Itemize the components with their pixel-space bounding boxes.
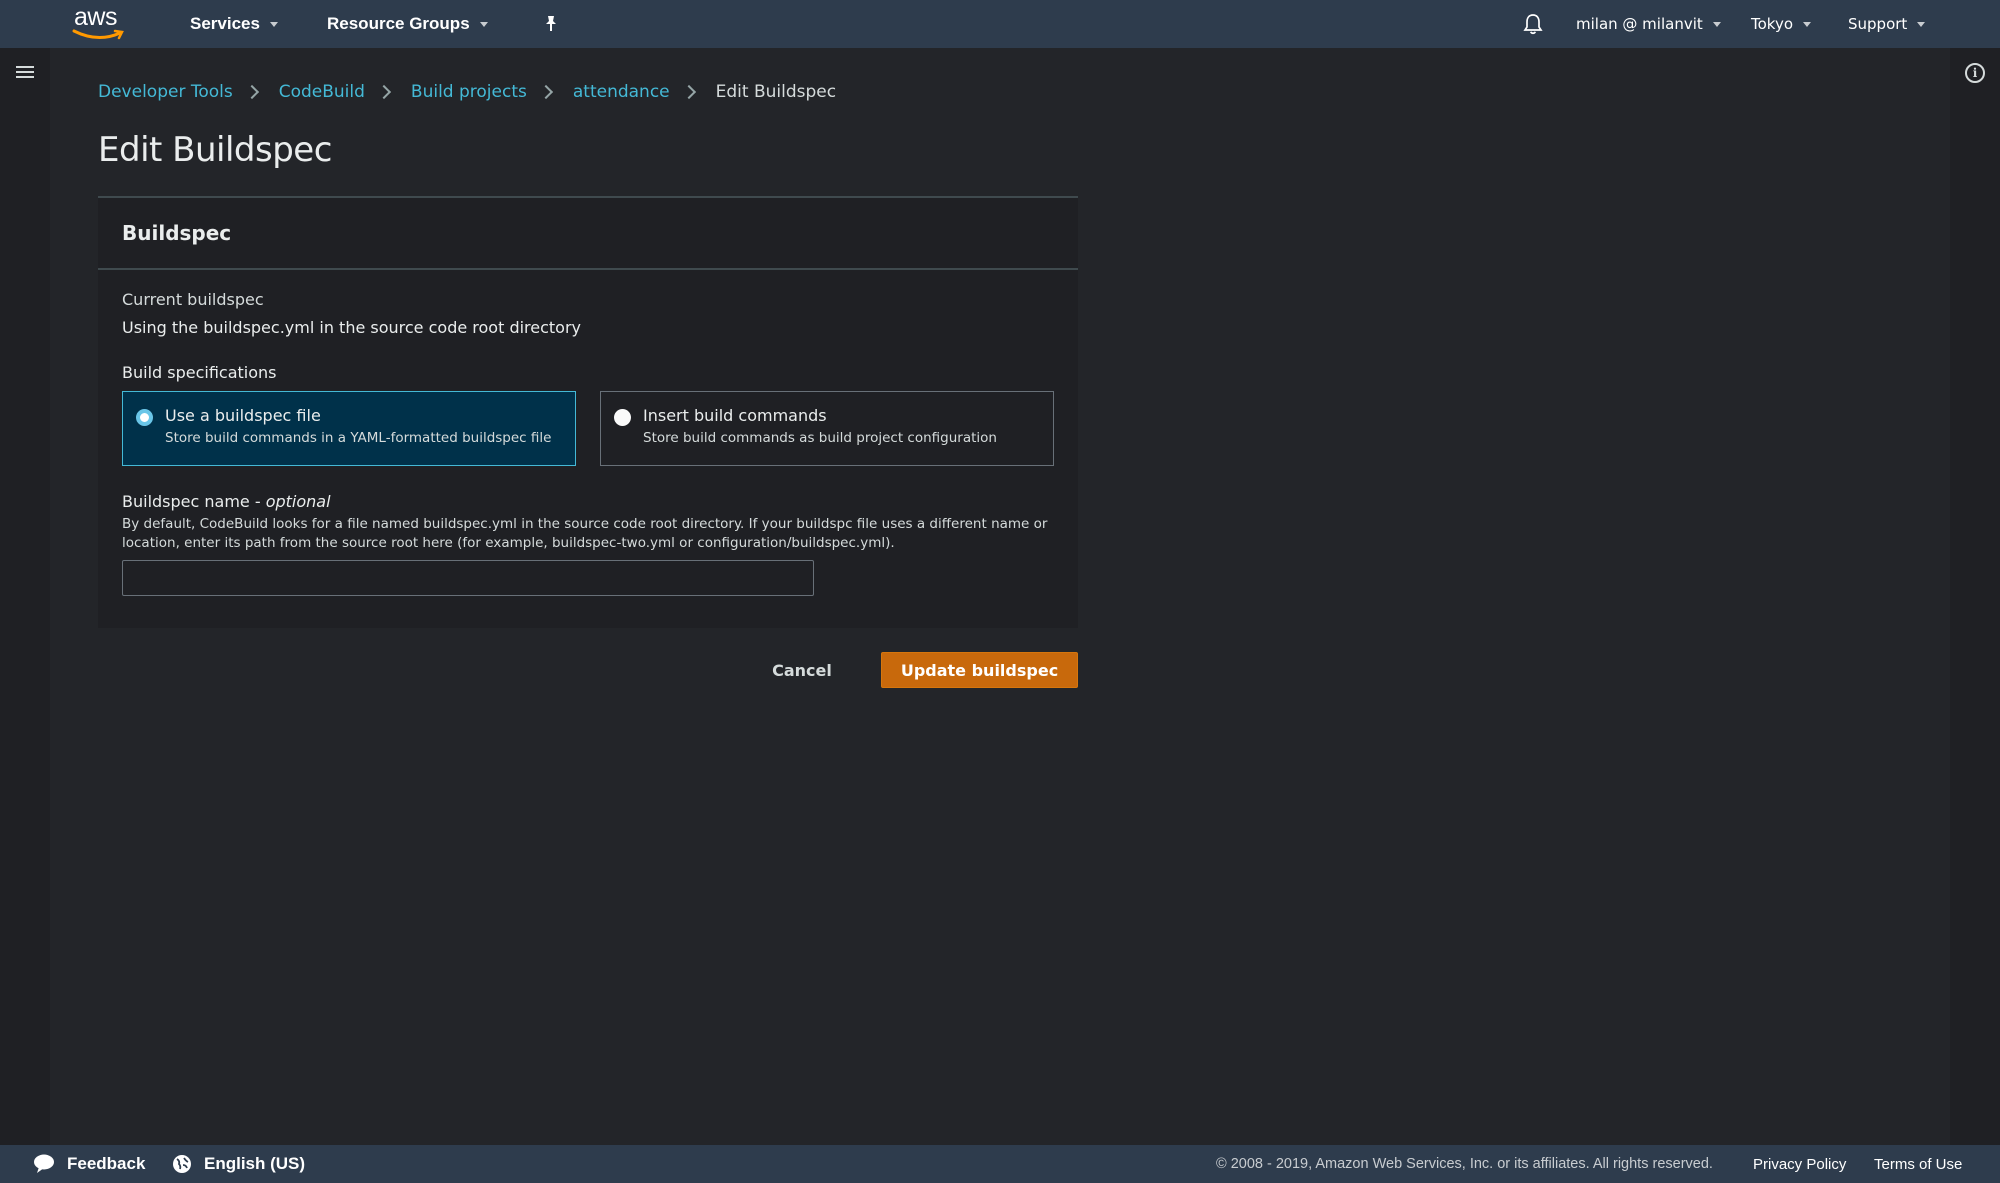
chevron-right-icon [538, 84, 553, 100]
side-navigation-collapsed [0, 48, 50, 1145]
panel-header: Buildspec [98, 198, 1078, 270]
chevron-right-icon [681, 84, 696, 100]
language-selector[interactable]: English (US) [172, 1145, 305, 1183]
buildspec-name-label-text: Buildspec name - [122, 492, 266, 511]
breadcrumb-current-page: Edit Buildspec [715, 82, 837, 102]
bell-icon [1523, 14, 1543, 35]
option-title: Insert build commands [643, 406, 827, 425]
optional-marker: optional [265, 492, 331, 511]
feedback-label: Feedback [67, 1154, 146, 1173]
radio-selected-icon[interactable] [136, 409, 153, 426]
aws-logo-text: aws [74, 3, 117, 31]
option-description: Store build commands as build project co… [643, 430, 997, 446]
breadcrumb-codebuild[interactable]: CodeBuild [279, 82, 365, 102]
aws-logo[interactable]: aws [70, 3, 128, 43]
terms-of-use-link[interactable]: Terms of Use [1874, 1145, 1962, 1183]
privacy-policy-link[interactable]: Privacy Policy [1753, 1145, 1846, 1183]
chevron-down-icon [269, 21, 278, 27]
services-label: Services [190, 14, 260, 33]
feedback-button[interactable]: Feedback [33, 1145, 145, 1183]
chevron-down-icon [1803, 21, 1811, 27]
current-buildspec-label: Current buildspec [122, 290, 264, 309]
notifications-button[interactable] [1523, 13, 1543, 35]
language-label: English (US) [204, 1154, 306, 1173]
region-label: Tokyo [1751, 15, 1793, 33]
top-navigation-bar: aws Services Resource Groups milan @ mil… [0, 0, 2000, 48]
breadcrumb: Developer Tools CodeBuild Build projects… [98, 80, 836, 104]
radio-unselected-icon[interactable] [614, 409, 631, 426]
panel-body: Current buildspec Using the buildspec.ym… [98, 270, 1078, 596]
update-buildspec-button[interactable]: Update buildspec [881, 652, 1078, 688]
buildspec-name-label: Buildspec name - optional [122, 492, 1054, 511]
breadcrumb-build-projects[interactable]: Build projects [411, 82, 527, 102]
region-menu[interactable]: Tokyo [1751, 0, 1811, 48]
resource-groups-menu[interactable]: Resource Groups [327, 0, 488, 48]
panel-heading: Buildspec [122, 221, 232, 245]
services-menu[interactable]: Services [190, 0, 278, 48]
page-title: Edit Buildspec [98, 130, 332, 170]
globe-icon [173, 1155, 191, 1173]
option-description: Store build commands in a YAML-formatted… [165, 430, 552, 446]
option-use-buildspec-file[interactable]: Use a buildspec file Store build command… [122, 391, 576, 466]
option-insert-build-commands[interactable]: Insert build commands Store build comman… [600, 391, 1054, 466]
breadcrumb-developer-tools[interactable]: Developer Tools [98, 82, 233, 102]
info-icon[interactable]: i [1965, 63, 1985, 83]
pin-button[interactable] [543, 0, 559, 48]
chevron-right-icon [376, 84, 391, 100]
account-label: milan @ milanvit [1576, 15, 1703, 33]
buildspec-panel: Buildspec Current buildspec Using the bu… [98, 196, 1078, 628]
account-menu[interactable]: milan @ milanvit [1576, 0, 1721, 48]
chevron-down-icon [1917, 21, 1926, 27]
chevron-right-icon [244, 84, 259, 100]
footer: Feedback English (US) © 2008 - 2019, Ama… [0, 1145, 2000, 1183]
buildspec-name-description: By default, CodeBuild looks for a file n… [122, 516, 1048, 551]
build-specifications-label: Build specifications [122, 363, 277, 382]
speech-bubble-icon [34, 1154, 54, 1173]
build-specifications-radio-group: Use a buildspec file Store build command… [122, 391, 1054, 466]
cancel-button[interactable]: Cancel [760, 652, 844, 688]
pushpin-icon [546, 16, 556, 31]
resource-groups-label: Resource Groups [327, 14, 470, 33]
support-label: Support [1848, 15, 1908, 33]
buildspec-name-input[interactable] [122, 560, 814, 596]
hamburger-menu-icon[interactable] [16, 66, 34, 80]
aws-smile-icon [72, 29, 124, 40]
current-buildspec-value: Using the buildspec.yml in the source co… [122, 318, 582, 337]
option-title: Use a buildspec file [165, 406, 321, 425]
copyright-text: © 2008 - 2019, Amazon Web Services, Inc.… [1216, 1156, 1713, 1172]
help-panel-collapsed [1950, 48, 2000, 1145]
chevron-down-icon [479, 21, 488, 27]
chevron-down-icon [1712, 21, 1721, 27]
breadcrumb-attendance[interactable]: attendance [573, 82, 670, 102]
support-menu[interactable]: Support [1848, 0, 1926, 48]
